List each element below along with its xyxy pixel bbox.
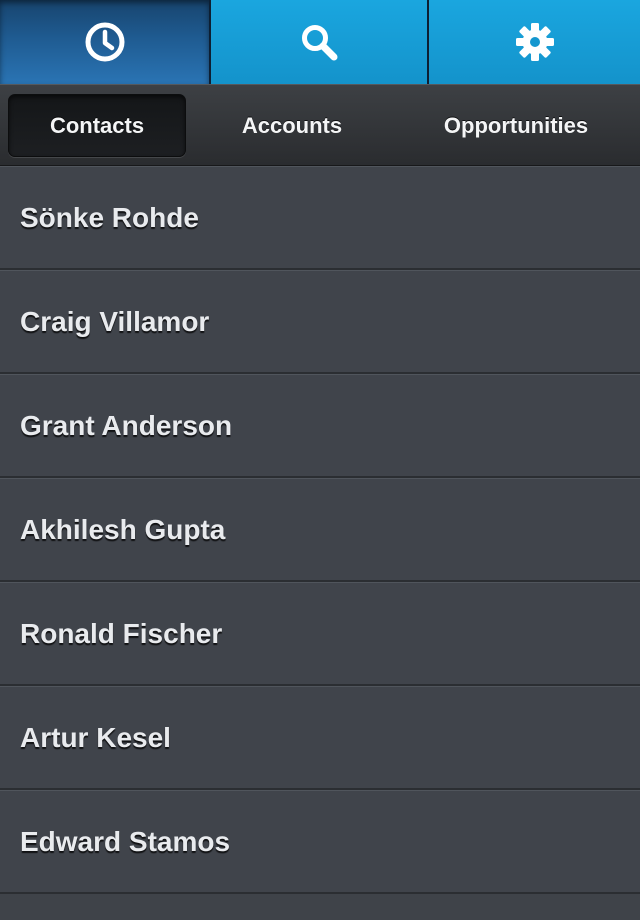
search-tab-button[interactable]	[211, 0, 427, 84]
contact-name: Ronald Fischer	[20, 617, 223, 649]
list-item[interactable]: Sönke Rohde	[0, 166, 640, 270]
contact-name: Akhilesh Gupta	[20, 513, 226, 545]
contact-name: Artur Kesel	[20, 721, 171, 753]
contact-name: Grant Anderson	[20, 409, 233, 441]
contacts-list: Sönke Rohde Craig Villamor Grant Anderso…	[0, 166, 640, 894]
clock-icon	[84, 21, 126, 63]
segment-accounts[interactable]: Accounts	[194, 94, 390, 157]
segment-contacts[interactable]: Contacts	[8, 94, 186, 157]
contact-name: Sönke Rohde	[20, 201, 199, 233]
list-item[interactable]: Grant Anderson	[0, 374, 640, 478]
list-item[interactable]: Craig Villamor	[0, 270, 640, 374]
contact-name: Craig Villamor	[20, 305, 210, 337]
settings-tab-button[interactable]	[429, 0, 640, 84]
segmented-control: Contacts Accounts Opportunities	[0, 84, 640, 166]
list-item[interactable]: Artur Kesel	[0, 686, 640, 790]
list-item[interactable]: Ronald Fischer	[0, 582, 640, 686]
gear-icon	[514, 21, 556, 63]
list-item[interactable]: Akhilesh Gupta	[0, 478, 640, 582]
list-item[interactable]: Edward Stamos	[0, 790, 640, 894]
search-icon	[298, 21, 340, 63]
contact-name: Edward Stamos	[20, 825, 231, 857]
recent-tab-button[interactable]	[0, 0, 209, 84]
top-toolbar	[0, 0, 640, 84]
segment-opportunities[interactable]: Opportunities	[398, 94, 634, 157]
